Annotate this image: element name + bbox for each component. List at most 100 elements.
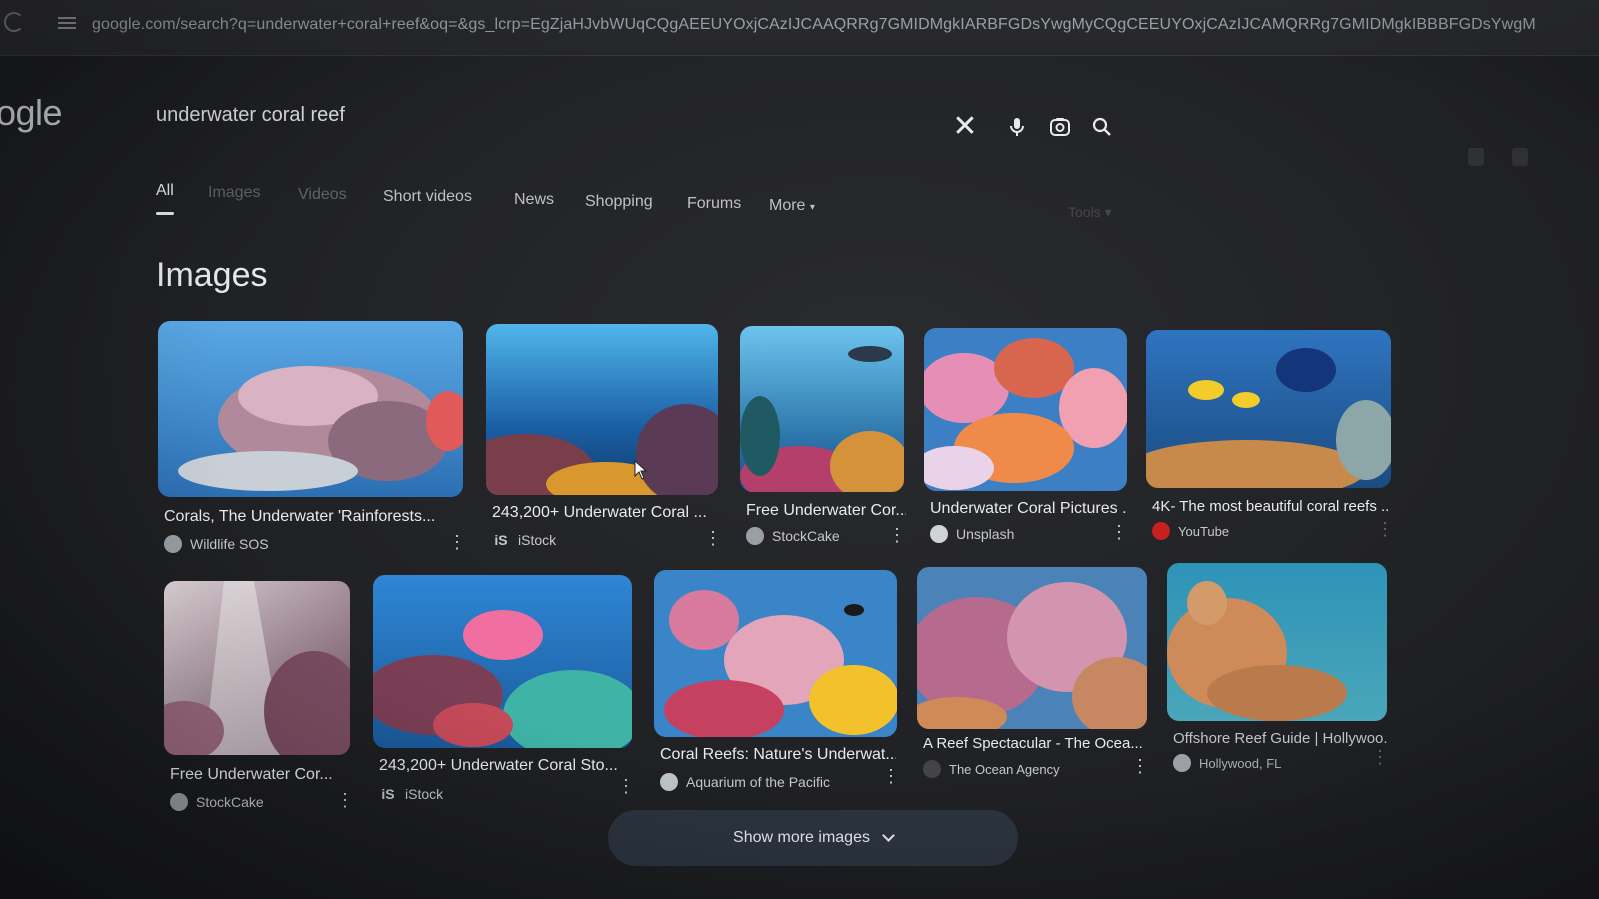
images-section-heading: Images	[156, 256, 268, 294]
globe-icon	[170, 793, 188, 811]
result-thumbnail[interactable]	[158, 321, 463, 497]
image-result[interactable]: Corals, The Underwater 'Rainforests... W…	[158, 321, 466, 556]
more-options-icon[interactable]: ⋮	[704, 529, 722, 547]
more-options-icon[interactable]: ⋮	[448, 533, 466, 551]
result-source[interactable]: iS iStock	[492, 531, 556, 549]
tab-all[interactable]: All	[156, 182, 174, 215]
globe-icon	[660, 773, 678, 791]
result-title[interactable]: A Reef Spectacular - The Ocea...	[923, 735, 1149, 752]
globe-icon	[164, 535, 182, 553]
tools-button[interactable]: Tools ▾	[1068, 204, 1112, 221]
result-source-label: iStock	[405, 786, 444, 802]
image-result[interactable]: Free Underwater Cor... StockCake ⋮	[164, 581, 354, 813]
image-result[interactable]: 4K- The most beautiful coral reefs ... Y…	[1146, 330, 1394, 544]
labs-icon[interactable]	[1468, 148, 1484, 166]
tab-shopping[interactable]: Shopping	[585, 193, 653, 211]
result-source[interactable]: iS iStock	[379, 785, 443, 803]
result-thumbnail[interactable]	[917, 567, 1147, 729]
result-thumbnail[interactable]	[1146, 330, 1391, 488]
istock-icon: iS	[381, 786, 395, 802]
more-options-icon[interactable]: ⋮	[888, 526, 906, 544]
close-icon[interactable]: ✕	[952, 112, 978, 142]
account-area	[1468, 148, 1556, 171]
tab-short-videos[interactable]: Short videos	[383, 188, 472, 206]
image-result[interactable]: Underwater Coral Pictures ... Unsplash ⋮	[924, 328, 1128, 548]
istock-icon: iS	[494, 532, 508, 548]
lens-icon[interactable]	[1047, 114, 1073, 140]
search-icon[interactable]	[1089, 114, 1115, 140]
tab-news[interactable]: News	[514, 191, 554, 209]
result-source-label: YouTube	[1178, 523, 1230, 539]
more-options-icon[interactable]: ⋮	[1110, 523, 1128, 541]
result-source[interactable]: YouTube	[1152, 522, 1229, 540]
result-source-label: Unsplash	[956, 526, 1015, 542]
result-title[interactable]: 243,200+ Underwater Coral ...	[492, 504, 718, 522]
search-input[interactable]: underwater coral reef	[156, 104, 345, 127]
chevron-down-icon	[882, 829, 895, 842]
more-options-icon[interactable]: ⋮	[336, 791, 354, 809]
tab-more[interactable]: More ▾	[769, 197, 815, 215]
result-source[interactable]: Wildlife SOS	[164, 535, 269, 553]
result-title[interactable]: Coral Reefs: Nature's Underwat...	[660, 746, 896, 764]
image-result[interactable]: 243,200+ Underwater Coral ... iS iStock ⋮	[486, 324, 722, 554]
image-result[interactable]: A Reef Spectacular - The Ocea... The Oce…	[917, 567, 1149, 782]
image-result[interactable]: Offshore Reef Guide | Hollywoo... Hollyw…	[1167, 563, 1389, 773]
result-thumbnail[interactable]	[486, 324, 718, 495]
url-text[interactable]: google.com/search?q=underwater+coral+ree…	[92, 16, 1582, 34]
image-result[interactable]: Free Underwater Cor... StockCake ⋮	[740, 326, 906, 551]
address-bar[interactable]: google.com/search?q=underwater+coral+ree…	[0, 0, 1599, 56]
result-source-label: StockCake	[196, 794, 264, 810]
result-title[interactable]: 243,200+ Underwater Coral Sto...	[379, 757, 633, 775]
result-source[interactable]: Unsplash	[930, 525, 1014, 543]
result-title[interactable]: Underwater Coral Pictures ...	[930, 500, 1128, 518]
site-settings-icon[interactable]	[58, 14, 76, 30]
tab-forums[interactable]: Forums	[687, 195, 741, 213]
result-thumbnail[interactable]	[740, 326, 904, 492]
show-more-images-button[interactable]: Show more images	[608, 810, 1018, 866]
more-options-icon[interactable]: ⋮	[1376, 520, 1394, 538]
mic-icon[interactable]	[1004, 114, 1030, 140]
globe-icon	[1173, 754, 1191, 772]
caret-down-icon: ▾	[809, 202, 815, 213]
mouse-cursor-icon	[634, 460, 648, 480]
more-options-icon[interactable]: ⋮	[617, 777, 635, 795]
search-box[interactable]: underwater coral reef ✕	[140, 86, 1130, 156]
search-tabs: All Images Videos Short videos News Shop…	[156, 182, 1156, 222]
unsplash-icon	[930, 525, 948, 543]
result-thumbnail[interactable]	[164, 581, 350, 755]
result-source-label: Wildlife SOS	[190, 536, 269, 552]
result-source[interactable]: Hollywood, FL	[1173, 754, 1281, 772]
apps-icon[interactable]	[1512, 148, 1528, 166]
more-options-icon[interactable]: ⋮	[1131, 757, 1149, 775]
result-source[interactable]: Aquarium of the Pacific	[660, 773, 830, 791]
show-more-label: Show more images	[733, 829, 870, 846]
result-title[interactable]: Free Underwater Cor...	[170, 766, 350, 784]
result-thumbnail[interactable]	[1167, 563, 1387, 721]
result-thumbnail[interactable]	[373, 575, 632, 748]
result-title[interactable]: Corals, The Underwater 'Rainforests...	[164, 508, 464, 526]
youtube-icon	[1152, 522, 1170, 540]
result-source-label: Aquarium of the Pacific	[686, 774, 830, 790]
more-options-icon[interactable]: ⋮	[1371, 748, 1389, 766]
image-result[interactable]: Coral Reefs: Nature's Underwat... Aquari…	[654, 570, 900, 802]
result-source[interactable]: The Ocean Agency	[923, 760, 1060, 778]
result-title[interactable]: Offshore Reef Guide | Hollywoo...	[1173, 730, 1387, 747]
result-source-label: iStock	[518, 532, 557, 548]
result-source[interactable]: StockCake	[746, 527, 840, 545]
result-source-label: The Ocean Agency	[949, 761, 1060, 777]
reload-icon[interactable]	[4, 12, 24, 32]
result-title[interactable]: 4K- The most beautiful coral reefs ...	[1152, 498, 1388, 515]
result-thumbnail[interactable]	[924, 328, 1127, 491]
result-source[interactable]: StockCake	[170, 793, 264, 811]
globe-icon	[923, 760, 941, 778]
tab-images[interactable]: Images	[208, 184, 260, 202]
tab-videos[interactable]: Videos	[298, 186, 347, 204]
google-logo[interactable]: ogle	[0, 92, 63, 134]
image-result[interactable]: 243,200+ Underwater Coral Sto... iS iStoc…	[373, 575, 635, 807]
globe-icon	[746, 527, 764, 545]
more-options-icon[interactable]: ⋮	[882, 767, 900, 785]
tab-more-label: More	[769, 197, 806, 214]
result-source-label: Hollywood, FL	[1199, 755, 1282, 771]
result-thumbnail[interactable]	[654, 570, 897, 737]
result-title[interactable]: Free Underwater Cor...	[746, 502, 906, 520]
